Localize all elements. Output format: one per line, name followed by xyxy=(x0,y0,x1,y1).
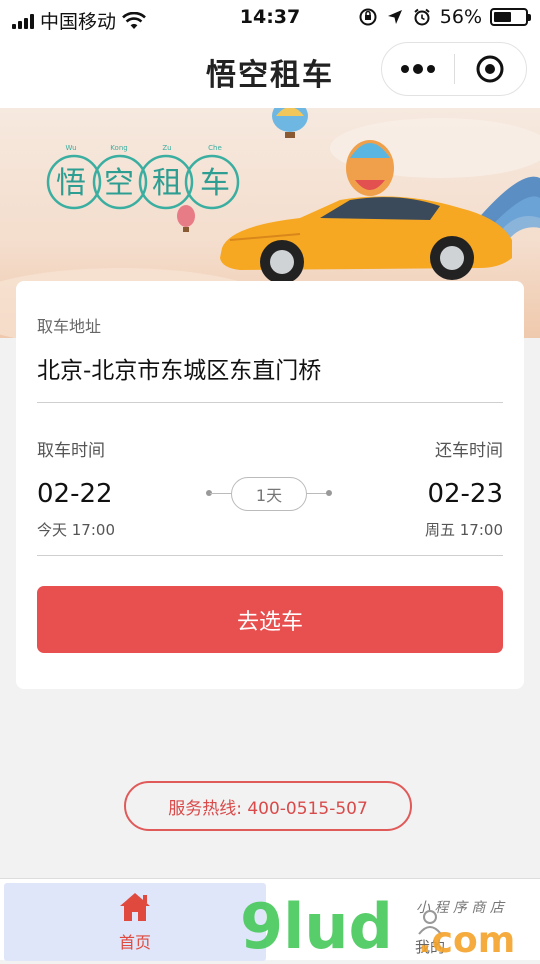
logo-char: 车 xyxy=(200,166,230,201)
more-dot-icon xyxy=(426,65,435,73)
pinyin-text: Zu xyxy=(162,144,172,152)
more-dot-icon xyxy=(400,65,409,73)
divider xyxy=(37,402,503,403)
watermark-logo: 9lud .com 小 程 序 商 店 xyxy=(240,886,540,963)
alarm-icon xyxy=(414,8,430,26)
return-time-label: 还车时间 xyxy=(435,441,503,461)
close-mini-program-button[interactable] xyxy=(455,43,527,95)
tab-home[interactable]: 首页 xyxy=(4,883,266,961)
pickup-address-field[interactable]: 北京-北京市东城区东直门桥 xyxy=(37,351,321,385)
more-dot-icon xyxy=(412,64,423,74)
target-close-icon xyxy=(476,55,504,83)
mini-program-capsule xyxy=(381,42,527,96)
pinyin-text: Kong xyxy=(110,144,128,152)
divider xyxy=(37,555,503,556)
balloon-top xyxy=(272,108,308,138)
pickup-day-time: 今天 17:00 xyxy=(37,521,115,539)
orange-car xyxy=(220,196,512,284)
return-date[interactable]: 02-23 xyxy=(427,479,503,509)
pinyin-text: Che xyxy=(208,144,222,152)
rental-duration: 1天 xyxy=(206,477,332,511)
balloon-small xyxy=(177,205,195,232)
svg-text:小 程 序 商 店: 小 程 序 商 店 xyxy=(416,900,506,916)
location-icon xyxy=(387,10,402,24)
battery-icon xyxy=(490,8,531,26)
booking-card: 取车地址 北京-北京市东城区东直门桥 取车时间 还车时间 02-22 02-23… xyxy=(16,281,524,689)
nav-bar: 悟空租车 xyxy=(0,36,540,108)
return-day-time: 周五 17:00 xyxy=(425,521,503,539)
duration-dot-right xyxy=(326,490,332,496)
pickup-time-label: 取车时间 xyxy=(37,441,105,461)
svg-text:9lud: 9lud xyxy=(240,890,393,960)
duration-line-right xyxy=(306,493,328,494)
logo-char: 悟 xyxy=(56,166,86,201)
orientation-lock-icon xyxy=(359,8,377,26)
tab-home-label: 首页 xyxy=(118,933,151,952)
home-icon xyxy=(120,893,150,921)
logo-char: 空 xyxy=(104,166,134,201)
battery-percent: 56% xyxy=(439,6,482,28)
more-button[interactable] xyxy=(382,43,454,95)
status-right: 56% xyxy=(358,6,531,28)
pickup-date[interactable]: 02-22 xyxy=(37,479,113,509)
banner-logo: 悟 空 租 车 xyxy=(48,158,238,202)
pickup-address-label: 取车地址 xyxy=(37,317,102,336)
duration-line-left xyxy=(210,493,232,494)
logo-char: 租 xyxy=(152,166,182,201)
status-bar: 中国移动 14:37 56% xyxy=(0,0,540,36)
duration-pill: 1天 xyxy=(231,477,307,511)
pinyin-text: Wu xyxy=(65,144,77,152)
service-hotline-button[interactable]: 服务热线: 400-0515-507 xyxy=(124,781,412,831)
choose-car-button[interactable]: 去选车 xyxy=(37,586,503,653)
svg-text:.com: .com xyxy=(418,920,515,960)
banner-pinyin: Wu Kong Zu Che xyxy=(48,144,238,152)
watermark-graphic: 9lud .com 小 程 序 商 店 xyxy=(240,890,515,963)
